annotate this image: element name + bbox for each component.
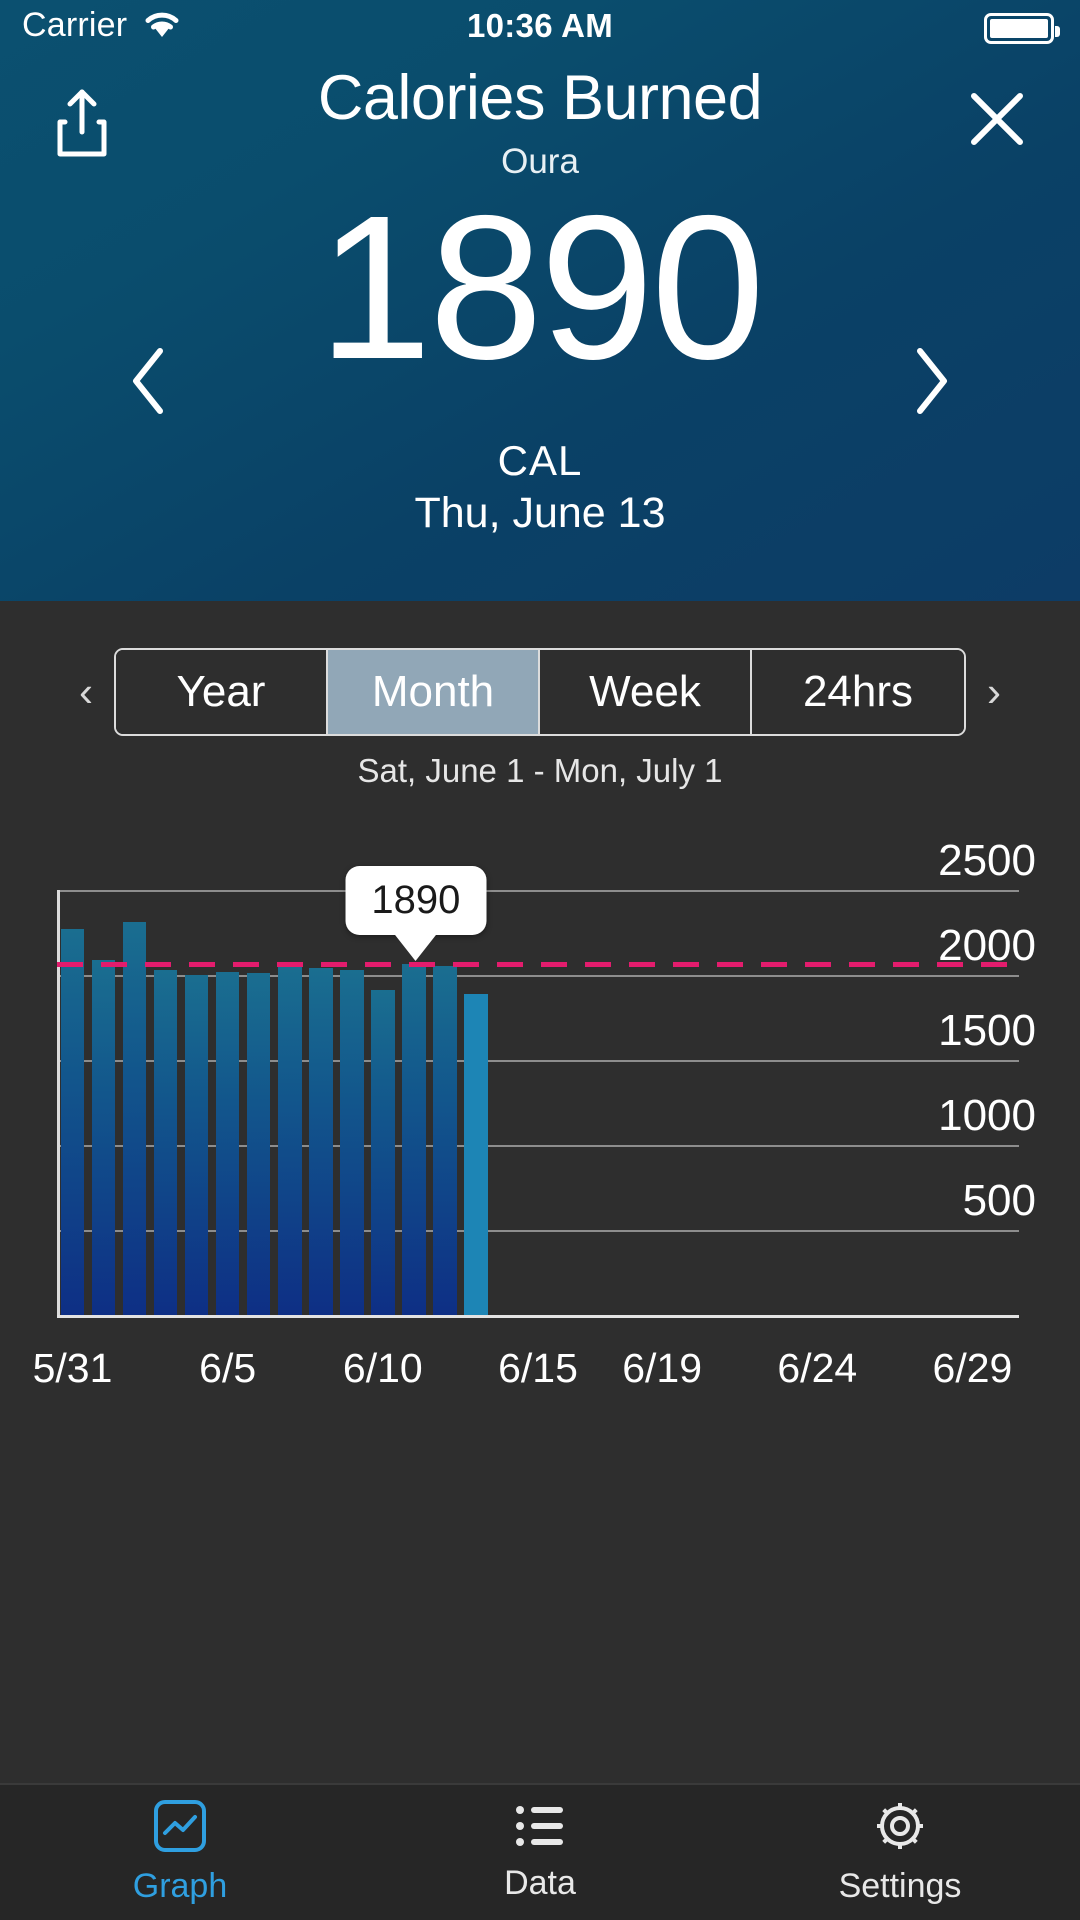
period-option-year[interactable]: Year (116, 650, 328, 734)
gear-icon (873, 1799, 927, 1858)
chart-bar-slot[interactable] (150, 890, 181, 1315)
period-option-month[interactable]: Month (328, 650, 540, 734)
chart-bar-slot[interactable] (181, 890, 212, 1315)
tab-settings[interactable]: Settings (720, 1799, 1080, 1906)
chart-bar-slot[interactable] (460, 890, 491, 1315)
chart-x-tick-label: 6/15 (498, 1345, 578, 1392)
chart-bar-slot[interactable] (305, 890, 336, 1315)
average-line (57, 962, 1019, 967)
chart-bar-slot[interactable] (709, 890, 740, 1315)
chart-bar[interactable] (340, 970, 364, 1315)
chart-bar[interactable] (371, 990, 395, 1315)
chart-x-tick-label: 5/31 (33, 1345, 113, 1392)
next-day-button[interactable] (910, 345, 952, 422)
tab-data[interactable]: Data (360, 1802, 720, 1903)
chart-bar-slot[interactable] (895, 890, 926, 1315)
chart-bar[interactable] (154, 970, 178, 1315)
chart-bar-slot[interactable] (243, 890, 274, 1315)
bottom-tab-bar: Graph Data (0, 1783, 1080, 1920)
chart-x-axis (57, 1315, 1019, 1318)
chart-bar-slot[interactable] (274, 890, 305, 1315)
period-option-week[interactable]: Week (540, 650, 752, 734)
chart-bar-selected[interactable] (464, 994, 488, 1315)
chart-bar[interactable] (185, 975, 209, 1315)
chart-bar[interactable] (433, 966, 457, 1315)
chart-bars[interactable] (57, 890, 1019, 1315)
chart-bar[interactable] (216, 972, 240, 1315)
next-period-button[interactable]: › (966, 668, 1022, 716)
chart-bar-slot[interactable] (926, 890, 957, 1315)
tab-label: Data (504, 1864, 576, 1903)
tab-graph[interactable]: Graph (0, 1799, 360, 1906)
app-screen: Carrier 10:36 AM (0, 0, 1080, 1920)
chart-bar-slot[interactable] (57, 890, 88, 1315)
chart-y-axis (57, 890, 60, 1315)
chart-y-tick-label: 2500 (938, 836, 1036, 890)
chart-bar[interactable] (123, 922, 147, 1315)
chart-x-tick-label: 6/29 (933, 1345, 1013, 1392)
chart-bar-slot[interactable] (616, 890, 647, 1315)
chart-tooltip: 1890 (345, 866, 486, 935)
chart-bar-slot[interactable] (988, 890, 1019, 1315)
previous-period-button[interactable]: ‹ (58, 668, 114, 716)
unit-label: CAL (0, 437, 1080, 485)
page-title: Calories Burned (0, 62, 1080, 134)
list-icon (513, 1802, 567, 1855)
chart-bar[interactable] (309, 968, 333, 1315)
chevron-left-icon (128, 345, 170, 417)
chart-bar[interactable] (247, 973, 271, 1315)
clock-label: 10:36 AM (0, 7, 1080, 45)
chart-bar-slot[interactable] (771, 890, 802, 1315)
chart-bar-slot[interactable] (212, 890, 243, 1315)
tab-label: Settings (839, 1867, 962, 1906)
chart-bar-slot[interactable] (119, 890, 150, 1315)
chart-bar-slot[interactable] (336, 890, 367, 1315)
chart-x-tick-labels: 5/31 6/5 6/10 6/15 6/19 6/24 6/29 (0, 1345, 1080, 1405)
chart-x-tick-label: 6/10 (343, 1345, 423, 1392)
chart-bar-slot[interactable] (802, 890, 833, 1315)
chart-bar-slot[interactable] (957, 890, 988, 1315)
chart-bar[interactable] (92, 960, 116, 1315)
status-bar: Carrier 10:36 AM (0, 0, 1080, 56)
chart-bar-slot[interactable] (88, 890, 119, 1315)
chart-bar-slot[interactable] (491, 890, 522, 1315)
header-panel: Carrier 10:36 AM (0, 0, 1080, 601)
chart-bar-slot[interactable] (740, 890, 771, 1315)
chevron-right-icon (910, 345, 952, 417)
graph-icon (153, 1799, 207, 1858)
chart-bar-slot[interactable] (864, 890, 895, 1315)
chart-bar-slot[interactable] (647, 890, 678, 1315)
chart-bar[interactable] (61, 929, 85, 1315)
chart-x-tick-label: 6/19 (622, 1345, 702, 1392)
chart-x-tick-label: 6/5 (199, 1345, 256, 1392)
chart-bar[interactable] (278, 965, 302, 1315)
previous-day-button[interactable] (128, 345, 170, 422)
period-option-24hrs[interactable]: 24hrs (752, 650, 964, 734)
chart-bar-slot[interactable] (585, 890, 616, 1315)
chart-bar[interactable] (402, 964, 426, 1315)
chart-bar-slot[interactable] (554, 890, 585, 1315)
chart-bar-slot[interactable] (833, 890, 864, 1315)
period-segmented-control[interactable]: Year Month Week 24hrs (114, 648, 966, 736)
chart-x-tick-label: 6/24 (777, 1345, 857, 1392)
stat-cards-region: Avg This Month 2079 Avg Last Month 2276 … (0, 1460, 1080, 1790)
selected-date-label: Thu, June 13 (0, 489, 1080, 538)
chart-bar-slot[interactable] (678, 890, 709, 1315)
battery-full-icon (984, 13, 1054, 44)
tab-label: Graph (133, 1867, 228, 1906)
date-range-label: Sat, June 1 - Mon, July 1 (0, 752, 1080, 790)
period-selector: ‹ Year Month Week 24hrs › (0, 640, 1080, 744)
chart-bar-slot[interactable] (522, 890, 553, 1315)
